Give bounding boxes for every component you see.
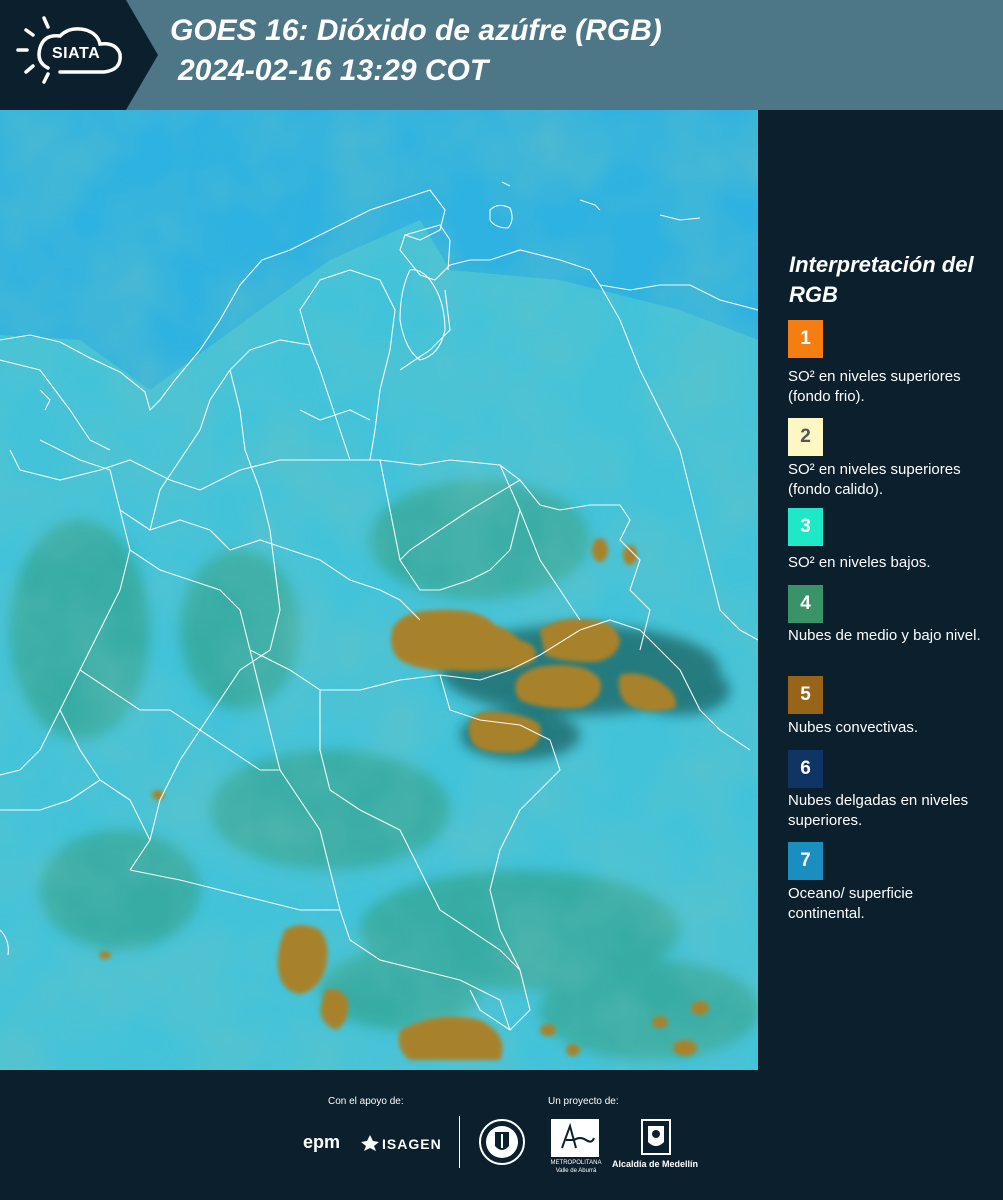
legend-label-5: Nubes convectivas. bbox=[788, 719, 919, 736]
legend-label-6: Nubes delgadas en niveles superiores. bbox=[788, 792, 969, 829]
isagen-logo: ISAGEN bbox=[382, 1136, 442, 1152]
timestamp: 2024-02-16 13:29 COT bbox=[178, 54, 489, 87]
area-sub-text: Valle de Aburrá bbox=[555, 1168, 597, 1174]
legend-label-7: Oceano/ superficie continental. bbox=[788, 885, 914, 922]
divider bbox=[459, 1116, 460, 1168]
legend-label-1: SO² en niveles superiores (fondo frio). bbox=[788, 368, 961, 405]
legend-swatch-1: 1 bbox=[788, 320, 823, 358]
project-label: Un proyecto de: bbox=[548, 1096, 619, 1107]
legend-swatch-6: 6 bbox=[788, 750, 823, 788]
logo-text: SIATA bbox=[52, 45, 101, 62]
siata-logo: SIATA bbox=[0, 0, 158, 110]
area-metropolitana-logo bbox=[551, 1119, 599, 1157]
alcaldia-text: Alcaldía de Medellín bbox=[612, 1159, 699, 1169]
legend-swatch-3: 3 bbox=[788, 508, 823, 546]
area-metro-text: METROPOLITANA bbox=[550, 1160, 602, 1166]
isagen-icon bbox=[361, 1135, 379, 1151]
page-title: GOES 16: Dióxido de azúfre (RGB) bbox=[170, 14, 662, 47]
legend-swatch-2: 2 bbox=[788, 418, 823, 456]
legend-label-2: SO² en niveles superiores (fondo calido)… bbox=[788, 461, 961, 498]
footer: Con el apoyo de: epm ISAGEN Un proyecto … bbox=[0, 1070, 1003, 1200]
epm-logo: epm bbox=[303, 1132, 341, 1152]
header: SIATA GOES 16: Dióxido de azúfre (RGB) 2… bbox=[0, 0, 1003, 110]
alcaldia-shield-icon bbox=[641, 1119, 671, 1155]
legend-label-3: SO² en niveles bajos. bbox=[788, 554, 931, 571]
medellin-seal-icon bbox=[479, 1119, 525, 1165]
legend-swatch-7: 7 bbox=[788, 842, 823, 880]
legend-title: Interpretación del RGB bbox=[789, 252, 974, 307]
legend-swatch-4: 4 bbox=[788, 585, 823, 623]
legend-swatch-5: 5 bbox=[788, 676, 823, 714]
legend-panel: Interpretación del RGB 1 SO² en niveles … bbox=[758, 110, 1003, 1070]
support-label: Con el apoyo de: bbox=[328, 1096, 404, 1107]
legend-label-4: Nubes de medio y bajo nivel. bbox=[788, 627, 981, 644]
satellite-map[interactable] bbox=[0, 110, 758, 1070]
